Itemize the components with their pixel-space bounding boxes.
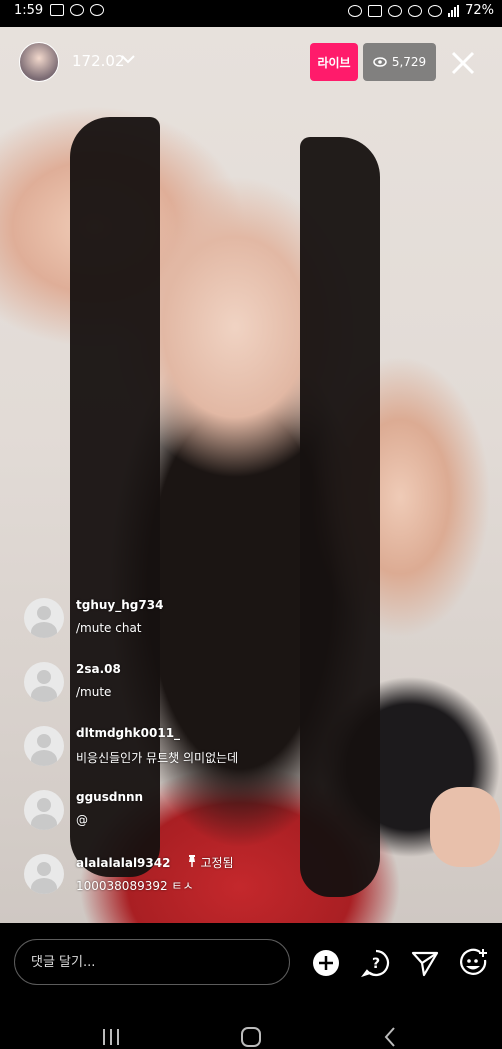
comment-username[interactable]: tghuy_hg734 xyxy=(76,598,163,612)
signal-icon xyxy=(448,4,460,17)
incognito-icon xyxy=(70,4,84,16)
comment-avatar[interactable] xyxy=(24,790,64,830)
comment-text: 100038089392 ㅌㅅ xyxy=(76,879,194,893)
key-icon xyxy=(348,4,363,17)
comment-text: @ xyxy=(76,813,88,827)
comment-username[interactable]: alalalalal9342 고정됨 xyxy=(76,854,234,871)
battery-percent: 72% xyxy=(465,3,494,18)
home-icon[interactable] xyxy=(239,1026,263,1048)
comment-avatar[interactable] xyxy=(24,726,64,766)
cloud-icon xyxy=(90,4,104,16)
comment-item[interactable]: ggusdnnn @ xyxy=(24,790,494,838)
comment-username[interactable]: ggusdnnn xyxy=(76,790,143,804)
status-left-icons xyxy=(50,4,104,16)
comment-text: 비응신들인가 뮤트챗 의미없는데 xyxy=(76,751,239,765)
live-label: 라이브 xyxy=(317,55,351,70)
comment-text: /mute chat xyxy=(76,621,142,635)
video-hair-right xyxy=(300,137,380,897)
streamer-username[interactable]: 172.02 xyxy=(72,52,125,70)
viewer-count: 5,729 xyxy=(391,55,427,69)
mute-icon xyxy=(408,4,423,17)
streamer-avatar[interactable] xyxy=(19,42,59,82)
comment-username-text[interactable]: alalalalal9342 xyxy=(76,856,170,870)
recent-apps-icon[interactable] xyxy=(99,1026,123,1048)
alarm-icon xyxy=(388,4,403,17)
comment-username[interactable]: 2sa.08 xyxy=(76,662,121,676)
comment-item[interactable]: 2sa.08 /mute xyxy=(24,662,494,710)
close-icon[interactable] xyxy=(448,48,478,78)
back-icon[interactable] xyxy=(379,1026,403,1048)
chevron-down-icon[interactable] xyxy=(120,52,136,66)
viewer-count-badge[interactable]: 5,729 xyxy=(363,43,436,81)
comment-item[interactable]: dltmdghk0011_ 비응신들인가 뮤트챗 의미없는데 xyxy=(24,726,494,774)
pinned-label: 고정됨 xyxy=(187,855,234,870)
comment-input[interactable] xyxy=(14,939,290,985)
wifi-icon xyxy=(428,4,443,17)
pinned-text: 고정됨 xyxy=(200,856,234,870)
add-circle-icon[interactable] xyxy=(311,948,341,978)
eye-icon xyxy=(373,57,387,67)
live-video[interactable] xyxy=(0,27,502,923)
status-right-icons: 72% xyxy=(348,3,494,18)
comment-username[interactable]: dltmdghk0011_ xyxy=(76,726,180,740)
send-icon[interactable] xyxy=(410,948,440,978)
notification-icon xyxy=(368,4,383,17)
comment-text: /mute xyxy=(76,685,112,699)
pinned-comment-item[interactable]: alalalalal9342 고정됨 100038089392 ㅌㅅ xyxy=(24,854,494,902)
screenshot-icon xyxy=(50,4,64,16)
question-icon[interactable]: ? xyxy=(361,948,391,978)
status-bar: 1:59 72% xyxy=(0,0,502,22)
comment-avatar[interactable] xyxy=(24,662,64,702)
status-time: 1:59 xyxy=(14,3,44,18)
live-badge: 라이브 xyxy=(310,43,358,81)
comment-item[interactable]: tghuy_hg734 /mute chat xyxy=(24,598,494,646)
emoji-add-icon[interactable] xyxy=(458,948,488,978)
comment-avatar[interactable] xyxy=(24,854,64,894)
comment-avatar[interactable] xyxy=(24,598,64,638)
svg-text:?: ? xyxy=(372,956,380,972)
pin-icon xyxy=(188,855,195,867)
